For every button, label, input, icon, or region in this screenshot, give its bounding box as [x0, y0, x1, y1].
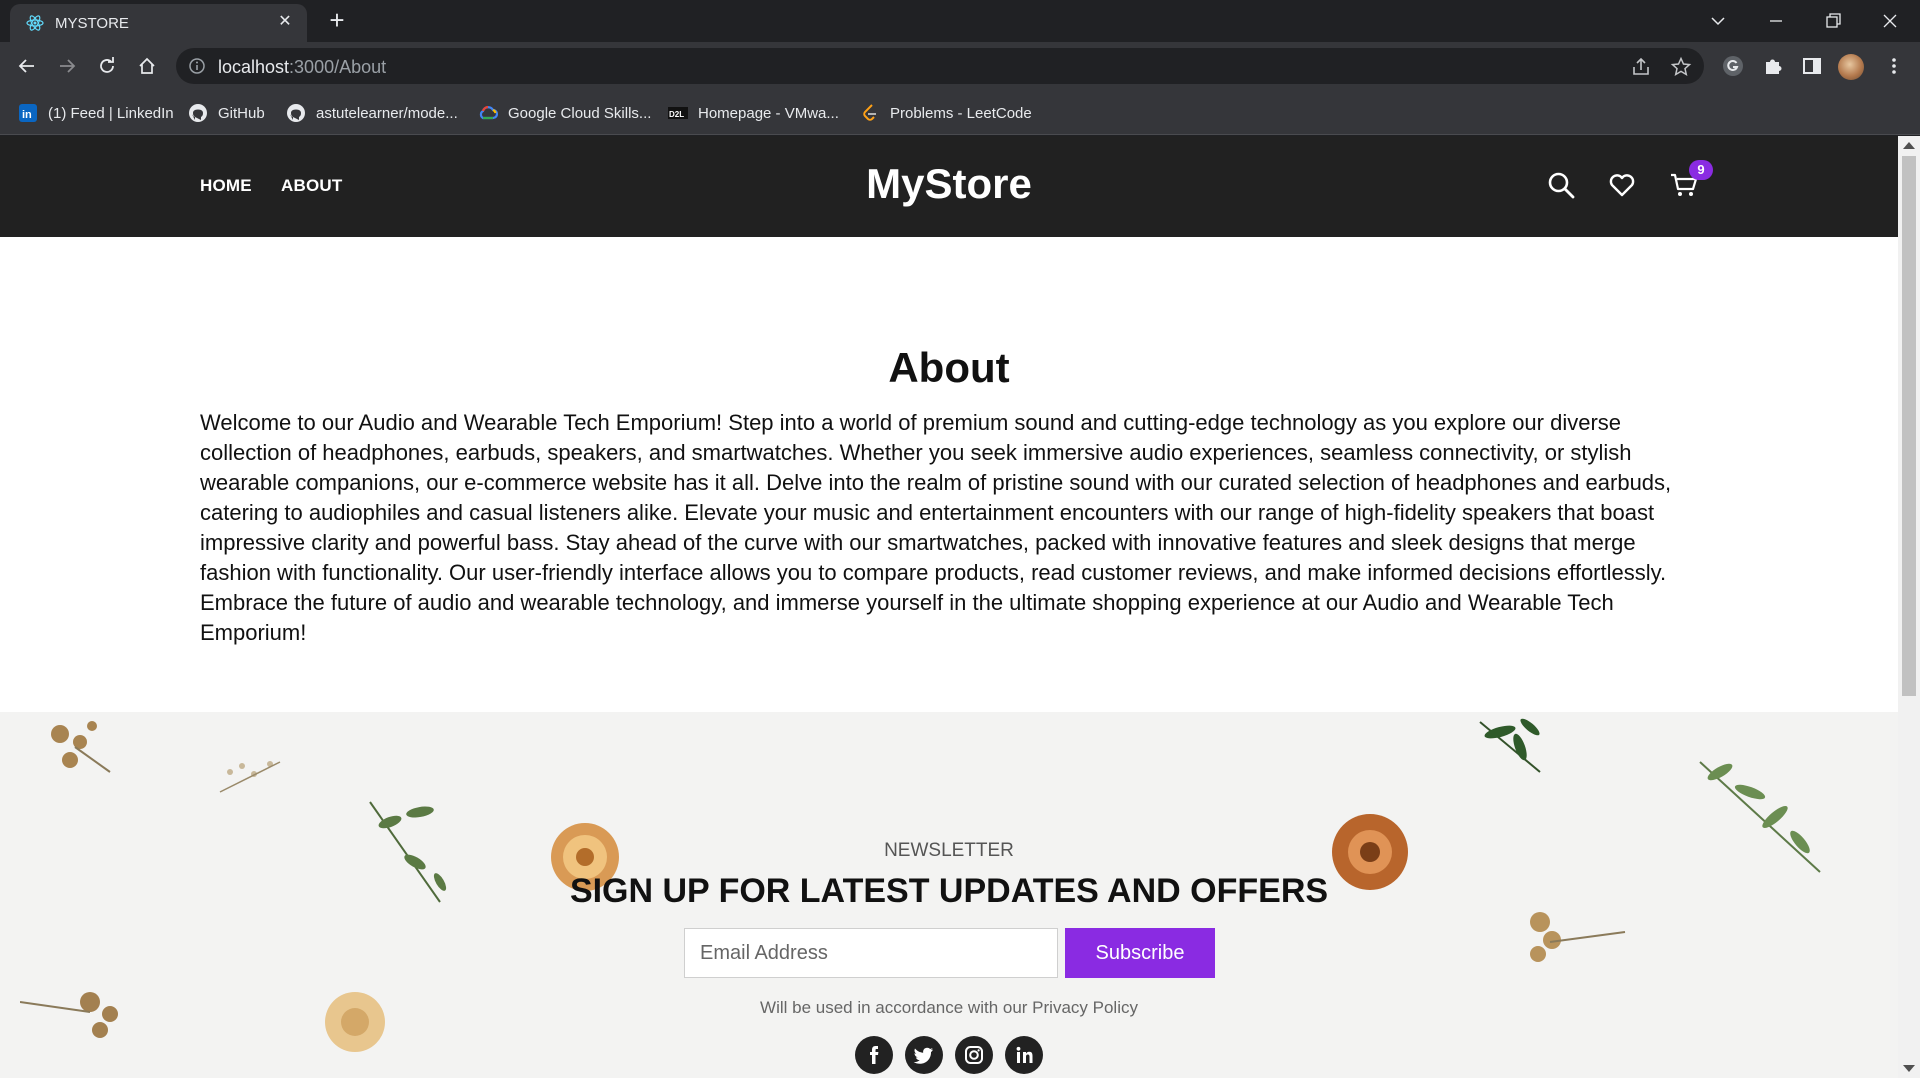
cart-count-badge: 9 [1689, 160, 1713, 180]
bookmark-leetcode[interactable]: Problems - LeetCode [860, 102, 1032, 124]
arrow-right-icon [60, 59, 76, 73]
grammarly-icon[interactable] [1721, 54, 1745, 78]
extensions-icon[interactable] [1761, 54, 1785, 78]
dried-flower-decoration [219, 761, 281, 793]
about-paragraph: Welcome to our Audio and Wearable Tech E… [200, 410, 1672, 645]
newsletter-section: NEWSLETTER SIGN UP FOR LATEST UPDATES AN… [0, 712, 1898, 1078]
email-input[interactable] [684, 928, 1058, 978]
bookmarks-bar: in (1) Feed | LinkedIn GitHub astutelear… [0, 90, 1920, 135]
restore-icon [1826, 13, 1841, 28]
home-button[interactable] [133, 52, 161, 80]
bookmark-label: Problems - LeetCode [890, 104, 1032, 122]
close-icon[interactable]: ✕ [275, 12, 295, 32]
google-cloud-icon [478, 103, 499, 123]
newsletter-title: SIGN UP FOR LATEST UPDATES AND OFFERS [569, 872, 1329, 910]
scroll-thumb[interactable] [1902, 156, 1916, 696]
facebook-icon[interactable] [855, 1036, 893, 1074]
minimize-icon [1770, 20, 1782, 22]
info-icon[interactable] [188, 57, 206, 75]
svg-text:D2L: D2L [669, 110, 684, 119]
bookmark-label: (1) Feed | LinkedIn [48, 104, 174, 122]
browser-tab[interactable]: MYSTORE ✕ [10, 4, 307, 42]
scroll-down-arrow[interactable] [1903, 1065, 1915, 1072]
home-icon [139, 57, 155, 74]
cream-flower-decoration [325, 992, 385, 1052]
browser-toolbar: localhost:3000/About [0, 42, 1920, 90]
close-icon [1883, 14, 1897, 28]
tab-title: MYSTORE [55, 15, 129, 32]
svg-text:in: in [22, 109, 32, 121]
github-icon [286, 103, 306, 123]
page-title: About [888, 344, 1010, 391]
search-icon[interactable] [1546, 170, 1576, 200]
bookmark-linkedin[interactable]: in (1) Feed | LinkedIn [18, 102, 174, 124]
browser-tab-strip: MYSTORE ✕ + [0, 0, 1920, 42]
url-path: :3000/About [289, 57, 387, 77]
side-panel-icon[interactable] [1800, 54, 1824, 78]
page-scrollbar[interactable] [1898, 136, 1920, 1078]
page-viewport: HOME ABOUT MyStore 9 About Welcome to ou… [0, 136, 1898, 1078]
more-vert-icon[interactable] [1882, 54, 1906, 78]
url-text: localhost:3000/About [218, 57, 386, 78]
reload-icon [100, 57, 114, 73]
d2l-icon: D2L [668, 103, 688, 123]
newsletter-kicker: NEWSLETTER [884, 840, 1014, 861]
instagram-icon[interactable] [955, 1036, 993, 1074]
site-header: HOME ABOUT MyStore 9 [0, 136, 1898, 237]
minimize-button[interactable] [1756, 6, 1796, 36]
leetcode-icon [860, 103, 880, 123]
address-bar[interactable]: localhost:3000/About [176, 48, 1704, 84]
star-icon[interactable] [1670, 56, 1692, 78]
linkedin-icon[interactable] [1005, 1036, 1043, 1074]
arrow-left-icon [18, 59, 34, 73]
chevron-down-icon [1711, 17, 1725, 26]
linkedin-icon: in [18, 103, 38, 123]
profile-avatar[interactable] [1838, 54, 1864, 80]
tab-search-button[interactable] [1698, 6, 1738, 36]
bookmark-github[interactable]: GitHub [188, 102, 265, 124]
forward-button[interactable] [53, 52, 81, 80]
new-tab-button[interactable]: + [324, 7, 350, 34]
bookmark-label: GitHub [218, 104, 265, 122]
back-button[interactable] [13, 52, 41, 80]
bookmark-label: astutelearner/mode... [316, 104, 458, 122]
bookmark-label: Homepage - VMwa... [698, 104, 839, 122]
scroll-up-arrow[interactable] [1903, 142, 1915, 149]
reload-button[interactable] [93, 52, 121, 80]
url-host: localhost [218, 57, 290, 77]
close-window-button[interactable] [1870, 6, 1910, 36]
dried-flower-decoration [51, 721, 111, 773]
subscribe-button[interactable]: Subscribe [1065, 928, 1215, 978]
restore-button[interactable] [1813, 6, 1853, 36]
bookmark-astutelearner[interactable]: astutelearner/mode... [286, 102, 458, 124]
leaf-branch-decoration [1479, 718, 1541, 773]
share-icon[interactable] [1630, 56, 1652, 78]
github-icon [188, 103, 208, 123]
react-icon [26, 14, 44, 32]
privacy-note: Will be used in accordance with our Priv… [760, 998, 1138, 1017]
heart-icon[interactable] [1607, 170, 1637, 200]
bookmark-google-cloud[interactable]: Google Cloud Skills... [478, 102, 651, 124]
bookmark-vmware[interactable]: D2L Homepage - VMwa... [668, 102, 839, 124]
twitter-icon[interactable] [905, 1036, 943, 1074]
bookmark-label: Google Cloud Skills... [508, 104, 652, 122]
